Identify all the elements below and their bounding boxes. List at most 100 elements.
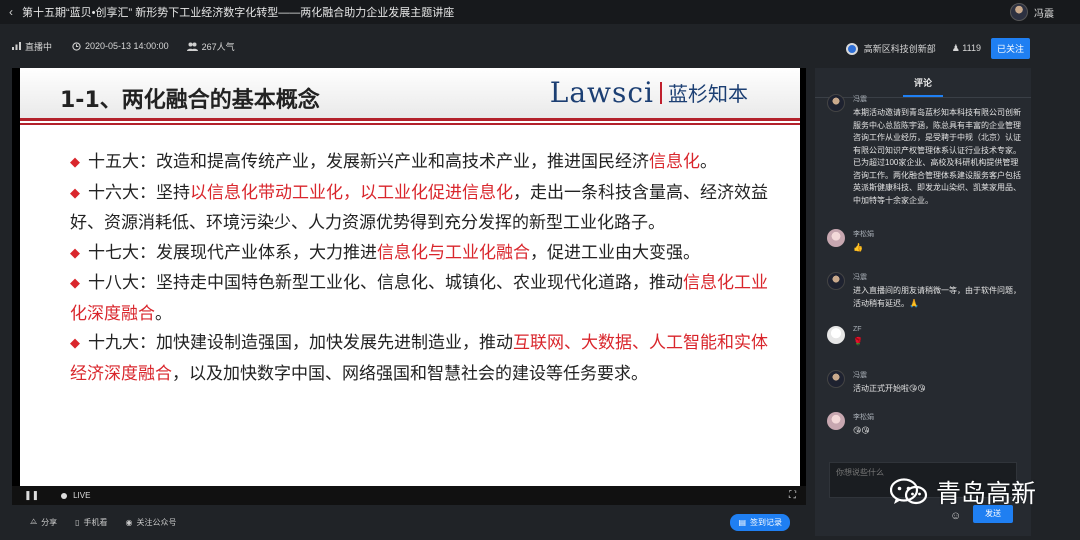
slide-bullet-item: ◆ 十九大：加快建设制造强国，加快发展先进制造业，推动互联网、大数据、人工智能和实… xyxy=(70,329,770,389)
comment-text: 🌹 xyxy=(853,337,863,346)
bullet-text: ，以及加快数字中国、网络强国和智慧社会的建设等任务要求。 xyxy=(172,363,648,384)
diamond-bullet-icon: ◆ xyxy=(70,276,80,291)
comment-item: ZF 🌹 xyxy=(827,326,1027,349)
share-button[interactable]: ⨺ 分享 xyxy=(30,517,57,528)
popularity: 267人气 xyxy=(186,40,235,53)
bullet-highlight: 以信息化带动工业化，以工业化促进信息化 xyxy=(190,182,513,203)
avatar[interactable] xyxy=(827,272,845,290)
comment-item: 李松娟 👍 xyxy=(827,229,1027,255)
comment-item: 李松娟 😘😘 xyxy=(827,412,1027,438)
list-icon: ▤ xyxy=(738,518,746,527)
phone-icon: ▯ xyxy=(75,517,80,527)
comment-tab[interactable]: 评论 xyxy=(914,78,932,88)
logo-chinese: 蓝杉知本 xyxy=(668,82,748,106)
comment-text: 本期活动邀请到青岛蓝杉知本科技有限公司创新服务中心总监陈宇涵，陈总具有丰富的企业… xyxy=(853,108,1021,205)
diamond-bullet-icon: ◆ xyxy=(70,336,80,351)
organizer: 高新区科技创新部 ♟ 1119 已关注 xyxy=(845,38,1030,59)
person-icon: ♟ xyxy=(951,43,960,53)
comment-text: 👍 xyxy=(853,243,863,252)
slide-bullet-item: ◆ 十八大：坚持走中国特色新型工业化、信息化、城镇化、农业现代化道路，推动信息化工… xyxy=(70,269,770,329)
start-time-text: 2020-05-13 14:00:00 xyxy=(85,41,169,51)
bullet-text: 十七大：发展现代产业体系，大力推进 xyxy=(88,242,377,263)
live-status-text: 直播中 xyxy=(25,41,53,52)
bullet-highlight: 信息化与工业化融合 xyxy=(377,242,530,263)
comment-item: 冯震 活动正式开始啦😘😘 xyxy=(827,370,1027,396)
bullet-text: 十六大：坚持 xyxy=(88,182,190,203)
presentation-slide: 1-1、两化融合的基本概念 Lawsci 蓝杉知本 ◆ 十五大：改造和提高传统产业… xyxy=(20,68,800,486)
live-indicator: LIVE xyxy=(73,491,91,500)
logo-separator xyxy=(660,81,662,104)
user-avatar[interactable] xyxy=(1010,3,1028,21)
slide-rule xyxy=(20,123,800,125)
comment-text: 活动正式开始啦😘😘 xyxy=(853,384,926,393)
share-icon: ⨺ xyxy=(30,517,38,526)
comment-input-placeholder: 你想说些什么 xyxy=(836,468,884,477)
avatar[interactable] xyxy=(827,326,845,344)
wechat-watermark: 青岛高新 xyxy=(890,474,1036,510)
mobile-view-label: 手机看 xyxy=(83,517,108,527)
info-bar: 直播中 2020-05-13 14:00:00 267人气 高新区科技创新部 ♟… xyxy=(0,34,1080,59)
video-player[interactable]: 1-1、两化融合的基本概念 Lawsci 蓝杉知本 ◆ 十五大：改造和提高传统产业… xyxy=(12,68,806,505)
comment-item: 冯震 进入直播间的朋友请稍微一等，由于软件问题，活动稍有延迟。🙏 xyxy=(827,272,1027,310)
pause-icon[interactable]: ❚❚ xyxy=(24,490,39,501)
emoji-icon[interactable]: ☺ xyxy=(950,510,961,522)
watermark-text: 青岛高新 xyxy=(936,479,1037,508)
user-name: 冯震 xyxy=(1034,8,1054,20)
player-controls: ❚❚ LIVE ⛶ xyxy=(12,486,806,505)
signal-bars-icon xyxy=(12,42,21,50)
comment-author: 李松娟 xyxy=(853,231,874,238)
comment-author: ZF xyxy=(853,326,862,333)
fans-count-text: 1119 xyxy=(962,43,981,53)
bullet-text: 。 xyxy=(155,303,172,324)
bullet-text: 十八大：坚持走中国特色新型工业化、信息化、城镇化、农业现代化道路，推动 xyxy=(88,273,683,293)
comment-text: 进入直播间的朋友请稍微一等，由于软件问题，活动稍有延迟。🙏 xyxy=(853,286,1021,308)
fans-count: ♟ 1119 xyxy=(952,43,981,54)
back-arrow-icon[interactable]: ‹ xyxy=(0,5,22,19)
slide-bullet-item: ◆ 十五大：改造和提高传统产业，发展新兴产业和高技术产业，推进国民经济信息化。 xyxy=(70,148,770,179)
bullet-text: ，促进工业由大变强。 xyxy=(530,242,700,263)
current-user[interactable]: 冯震 xyxy=(1010,3,1054,21)
bullet-text: 。 xyxy=(700,152,717,172)
mobile-view-button[interactable]: ▯ 手机看 xyxy=(75,517,107,528)
wechat-icon: ◉ xyxy=(125,517,133,527)
comment-author: 李松娟 xyxy=(853,414,874,421)
follow-button[interactable]: 已关注 xyxy=(990,38,1030,59)
follow-official-label: 关注公众号 xyxy=(136,517,177,527)
people-icon xyxy=(186,42,198,51)
wechat-logo-icon xyxy=(890,478,928,505)
fullscreen-icon[interactable]: ⛶ xyxy=(789,490,796,501)
diamond-bullet-icon: ◆ xyxy=(70,185,80,201)
live-status: 直播中 xyxy=(12,40,52,53)
slide-rule xyxy=(20,118,800,121)
diamond-bullet-icon: ◆ xyxy=(70,245,80,261)
lawsci-logo: Lawsci 蓝杉知本 xyxy=(550,76,748,109)
diamond-bullet-icon: ◆ xyxy=(70,155,80,170)
comment-item: 冯震 本期活动邀请到青岛蓝杉知本科技有限公司创新服务中心总监陈宇涵，陈总具有丰富… xyxy=(827,94,1027,207)
slide-body: ◆ 十五大：改造和提高传统产业，发展新兴产业和高技术产业，推进国民经济信息化。 ◆… xyxy=(70,148,770,389)
bullet-highlight: 信息化 xyxy=(649,152,700,172)
clock-icon xyxy=(72,41,81,51)
comment-author: 冯震 xyxy=(853,274,867,281)
slide-title: 1-1、两化融合的基本概念 xyxy=(60,88,320,113)
organizer-logo-icon[interactable] xyxy=(845,42,858,55)
checkin-record-button[interactable]: ▤ 签到记录 xyxy=(730,514,790,531)
avatar[interactable] xyxy=(827,229,845,247)
popularity-text: 267人气 xyxy=(201,41,235,52)
title-bar: ‹ 第十五期“蓝贝•创享汇” 新形势下工业经济数字化转型——两化融合助力企业发展… xyxy=(0,0,1080,24)
start-time: 2020-05-13 14:00:00 xyxy=(72,41,169,51)
avatar[interactable] xyxy=(827,370,845,388)
window-title: 第十五期“蓝贝•创享汇” 新形势下工业经济数字化转型——两化融合助力企业发展主题… xyxy=(22,7,455,19)
comment-author: 冯震 xyxy=(853,96,867,103)
live-dot-icon xyxy=(61,492,68,499)
bullet-text: 十九大：加快建设制造强国，加快发展先进制造业，推动 xyxy=(88,333,513,353)
avatar[interactable] xyxy=(827,94,845,112)
slide-bullet-item: ◆ 十七大：发展现代产业体系，大力推进信息化与工业化融合，促进工业由大变强。 xyxy=(70,239,770,270)
checkin-record-label: 签到记录 xyxy=(750,518,782,527)
follow-official-button[interactable]: ◉ 关注公众号 xyxy=(126,517,177,528)
organizer-name[interactable]: 高新区科技创新部 xyxy=(864,42,936,55)
share-label: 分享 xyxy=(41,517,58,527)
avatar[interactable] xyxy=(827,412,845,430)
bullet-text: 十五大：改造和提高传统产业，发展新兴产业和高技术产业，推进国民经济 xyxy=(88,152,649,172)
comment-text: 😘😘 xyxy=(853,426,870,435)
bottom-action-bar: ⨺ 分享 ▯ 手机看 ◉ 关注公众号 ▤ 签到记录 xyxy=(12,512,806,532)
